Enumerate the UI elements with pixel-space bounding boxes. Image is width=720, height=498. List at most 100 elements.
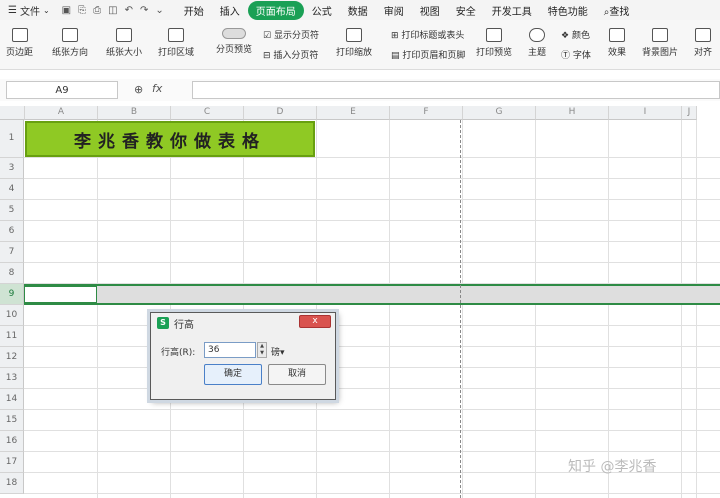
close-button[interactable]: x (299, 315, 331, 328)
row-header-18[interactable]: 18 (0, 473, 24, 494)
spin-down-icon[interactable]: ▼ (260, 350, 264, 356)
selected-row-9[interactable] (24, 284, 720, 305)
print-header-footer-button[interactable]: ▤ 打印页眉和页脚 (391, 48, 465, 61)
gridline-vertical (243, 120, 244, 498)
row-header-14[interactable]: 14 (0, 389, 24, 410)
search-label: 查找 (609, 6, 630, 18)
align-label: 对齐 (694, 48, 713, 58)
tab-insert[interactable]: 插入 (212, 1, 248, 20)
row-height-input[interactable]: 36 (204, 342, 256, 358)
row-header-15[interactable]: 15 (0, 410, 24, 431)
fonts-label: 字体 (572, 51, 591, 61)
spinner-button[interactable]: ▲ ▼ (257, 342, 267, 358)
spin-up-icon[interactable]: ▲ (260, 343, 264, 349)
tab-developer[interactable]: 开发工具 (484, 1, 540, 20)
align-button[interactable]: 对齐 (694, 28, 712, 58)
unit-select[interactable]: 磅▾ (271, 345, 285, 358)
gridline-horizontal (24, 199, 720, 200)
cancel-button[interactable]: 取消 (268, 364, 326, 385)
effects-button[interactable]: 效果 (608, 28, 626, 58)
undo-icon[interactable]: ↶ (125, 5, 133, 16)
row-header-12[interactable]: 12 (0, 347, 24, 368)
print-titles-button[interactable]: ⊞ 打印标题或表头 (391, 28, 464, 41)
zoom-icon[interactable]: ⊕ (134, 83, 143, 96)
paper-size-button[interactable]: 纸张大小 (106, 28, 142, 58)
spreadsheet-grid[interactable]: A B C D E F G H I J 1 3 4 5 6 7 8 9 10 11 12 13 14 15 16 17 18 李兆香教… (0, 106, 720, 498)
row-header-5[interactable]: 5 (0, 200, 24, 221)
row-header-8[interactable]: 8 (0, 263, 24, 284)
row-header-17[interactable]: 17 (0, 452, 24, 473)
column-header-a[interactable]: A (25, 106, 98, 120)
tab-security[interactable]: 安全 (448, 1, 484, 20)
row-header-13[interactable]: 13 (0, 368, 24, 389)
column-header-i[interactable]: I (609, 106, 682, 120)
tab-search[interactable]: ⌕查找 (596, 1, 638, 20)
row-header-11[interactable]: 11 (0, 326, 24, 347)
print-icon[interactable]: ⎙ (93, 5, 101, 16)
print-header-footer-icon: ▤ (391, 51, 400, 61)
column-header-e[interactable]: E (317, 106, 390, 120)
print-preview-label: 打印预览 (476, 48, 513, 58)
insert-break-button[interactable]: ⊟ 插入分页符 (263, 48, 318, 61)
title-cell[interactable]: 李兆香教你做表格 (25, 121, 315, 157)
column-header-d[interactable]: D (244, 106, 317, 120)
more-icon[interactable]: ⌄ (155, 5, 163, 16)
print-preview-button[interactable]: 打印预览 (476, 28, 512, 58)
row-header-1[interactable]: 1 (0, 120, 24, 158)
tab-formulas[interactable]: 公式 (304, 1, 340, 20)
redo-icon[interactable]: ↷ (140, 5, 148, 16)
column-header-g[interactable]: G (463, 106, 536, 120)
row-header-7[interactable]: 7 (0, 242, 24, 263)
print-area-button[interactable]: 打印区域 (158, 28, 194, 58)
formula-bar: A9 ⊕ fx (0, 79, 720, 101)
row-header-16[interactable]: 16 (0, 431, 24, 452)
print-scale-label: 打印缩放 (336, 48, 373, 58)
tab-features[interactable]: 特色功能 (540, 1, 596, 20)
fonts-button[interactable]: Ⓣ 字体 (561, 48, 591, 61)
column-header-b[interactable]: B (98, 106, 171, 120)
tab-home[interactable]: 开始 (176, 1, 212, 20)
margins-button[interactable]: 页边距 (6, 28, 33, 58)
column-header-j[interactable]: J (682, 106, 697, 120)
row-header-6[interactable]: 6 (0, 221, 24, 242)
background-label: 背景图片 (642, 48, 679, 58)
save-icon[interactable]: ▣ (62, 5, 71, 16)
margins-label: 页边距 (6, 48, 34, 58)
row-header-10[interactable]: 10 (0, 305, 24, 326)
ok-button[interactable]: 确定 (204, 364, 262, 385)
palette-icon (529, 28, 545, 42)
select-all-corner[interactable] (0, 106, 25, 120)
tab-view[interactable]: 视图 (412, 1, 448, 20)
print-titles-icon: ⊞ (391, 31, 399, 41)
row-header-3[interactable]: 3 (0, 158, 24, 179)
row-header-4[interactable]: 4 (0, 179, 24, 200)
colors-button[interactable]: ❖ 颜色 (561, 28, 590, 41)
row-height-label: 行高(R): (161, 348, 196, 358)
checkbox-icon: ☑ (263, 31, 272, 41)
column-header-c[interactable]: C (171, 106, 244, 120)
name-box[interactable]: A9 (6, 81, 118, 99)
format-painter-icon[interactable]: ⎘ (78, 5, 86, 16)
active-cell-a9[interactable] (24, 286, 97, 303)
preview-icon[interactable]: ◫ (108, 5, 117, 16)
show-breaks-checkbox[interactable]: ☑ 显示分页符 (263, 28, 319, 41)
column-header-h[interactable]: H (536, 106, 609, 120)
gridline-vertical (389, 120, 390, 498)
dialog-title-bar[interactable]: S 行高 x (151, 313, 335, 333)
print-scale-button[interactable]: 打印缩放 (336, 28, 372, 58)
tab-data[interactable]: 数据 (340, 1, 376, 20)
tab-page-layout[interactable]: 页面布局 (247, 0, 304, 20)
theme-button[interactable]: 主题 (528, 28, 546, 58)
function-icon[interactable]: fx (152, 82, 162, 95)
formula-input[interactable] (192, 81, 720, 99)
column-header-f[interactable]: F (390, 106, 463, 120)
background-button[interactable]: 背景图片 (642, 28, 678, 58)
orientation-button[interactable]: 纸张方向 (52, 28, 88, 58)
file-menu[interactable]: ☰ 文件 ⌄ (0, 3, 56, 18)
row-header-9[interactable]: 9 (0, 284, 24, 305)
tab-review[interactable]: 审阅 (376, 1, 412, 20)
page-break-preview-button[interactable]: 分页预览 (216, 28, 252, 55)
gridline-vertical (170, 120, 171, 498)
gridline-vertical (316, 120, 317, 498)
quick-access-toolbar: ▣ ⎘ ⎙ ◫ ↶ ↷ ⌄ (62, 5, 164, 16)
